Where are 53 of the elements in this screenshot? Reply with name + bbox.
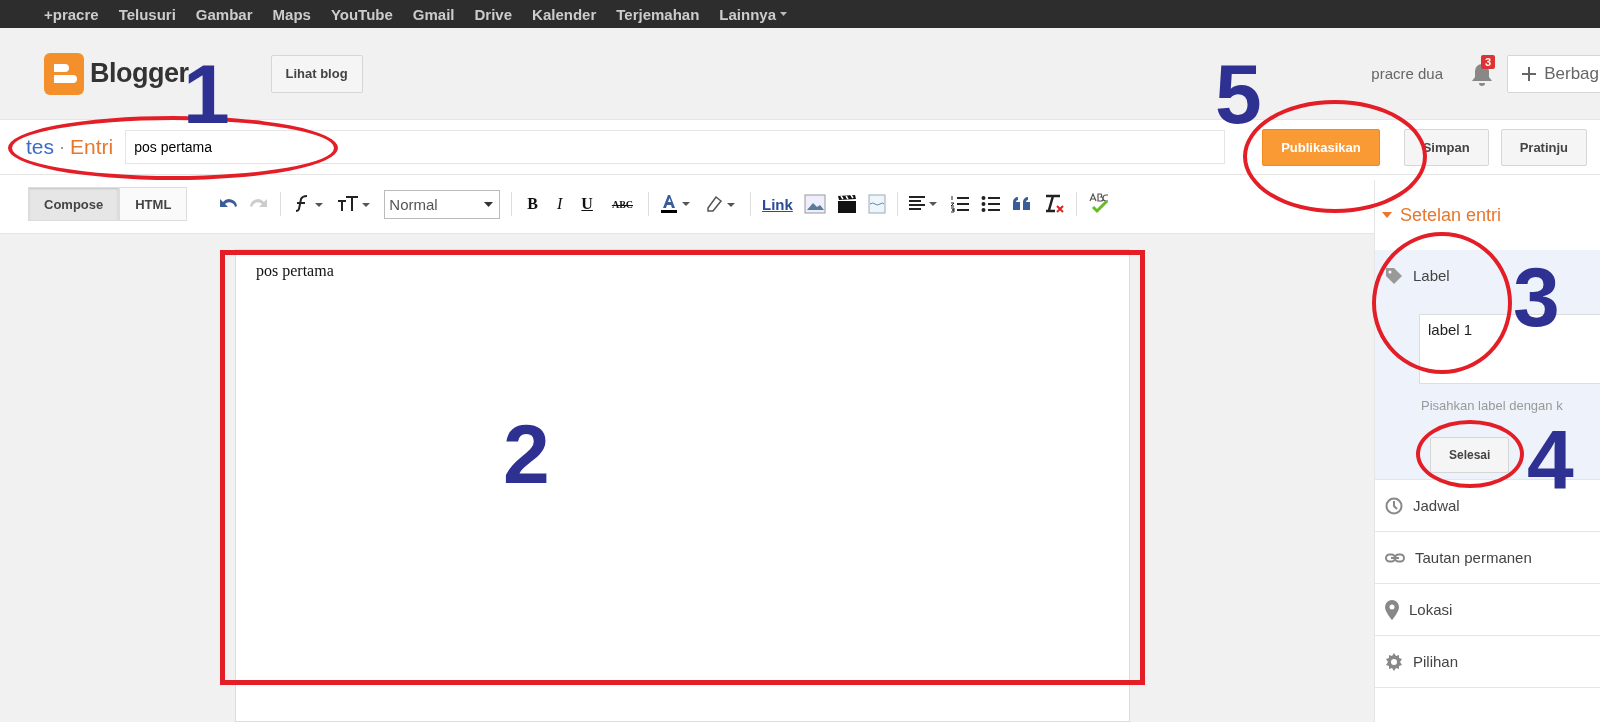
format-button[interactable]: U bbox=[577, 195, 597, 213]
format-button[interactable]: I bbox=[553, 195, 567, 213]
top-nav-link[interactable]: Kalender bbox=[522, 5, 607, 23]
post-setting-item[interactable]: Lokasi bbox=[1409, 601, 1453, 618]
format-button[interactable]: ABC bbox=[607, 198, 638, 210]
caret-icon bbox=[484, 201, 494, 207]
quote-icon[interactable] bbox=[1011, 196, 1032, 212]
image-icon[interactable] bbox=[803, 194, 826, 214]
top-nav-link[interactable]: Gmail bbox=[402, 5, 465, 23]
plus-icon bbox=[1522, 66, 1537, 81]
post-body-text: pos pertama bbox=[256, 262, 334, 279]
done-button[interactable]: Selesai bbox=[1430, 437, 1510, 473]
top-nav-link[interactable]: YouTube bbox=[320, 5, 403, 23]
top-nav-link[interactable]: +pracre bbox=[34, 5, 109, 23]
view-blog-button[interactable]: Lihat blog bbox=[270, 54, 363, 93]
gear-icon bbox=[1385, 652, 1403, 671]
blogger-logo-icon bbox=[44, 52, 84, 95]
post-setting-item[interactable]: Pilihan bbox=[1413, 653, 1459, 670]
section-title: Entri bbox=[70, 135, 114, 159]
format-button[interactable]: B bbox=[523, 195, 542, 213]
top-nav-link[interactable]: Lainnya bbox=[709, 5, 798, 23]
annotation-number: 4 bbox=[1527, 418, 1574, 502]
numbered-list-icon[interactable] bbox=[949, 195, 970, 213]
top-nav-link[interactable]: Drive bbox=[464, 5, 523, 23]
annotation-number: 2 bbox=[503, 412, 550, 496]
align-icon[interactable] bbox=[908, 196, 939, 212]
paragraph-style-dropdown[interactable]: Normal bbox=[384, 189, 501, 219]
breadcrumb-separator: · bbox=[59, 136, 65, 158]
clock-icon bbox=[1385, 496, 1403, 515]
top-nav-link[interactable]: Maps bbox=[262, 5, 321, 23]
notification-badge: 3 bbox=[1481, 54, 1496, 69]
post-title-field[interactable]: pos pertama bbox=[125, 130, 1226, 164]
editor-mode-tab[interactable]: HTML bbox=[119, 187, 188, 221]
spellcheck-icon[interactable] bbox=[1087, 193, 1110, 215]
post-setting-item[interactable]: Jadwal bbox=[1413, 497, 1460, 514]
top-nav-link[interactable]: Gambar bbox=[185, 5, 263, 23]
post-setting-item[interactable]: Tautan permanen bbox=[1415, 549, 1532, 566]
share-button[interactable]: Berbag bbox=[1507, 54, 1600, 93]
tag-icon bbox=[1385, 266, 1403, 285]
labels-hint: Pisahkan label dengan k bbox=[1421, 398, 1564, 413]
caret-icon[interactable] bbox=[1382, 212, 1392, 218]
blog-name-link[interactable]: tes bbox=[26, 135, 54, 159]
post-setting-item[interactable]: Label bbox=[1413, 267, 1450, 284]
film-clapper-icon[interactable] bbox=[836, 194, 857, 214]
editor-mode-tab[interactable]: Compose bbox=[28, 187, 120, 221]
top-nav-link[interactable]: Telusuri bbox=[108, 5, 186, 23]
chain-link-icon bbox=[1385, 552, 1405, 563]
map-pin-icon bbox=[1385, 599, 1399, 620]
user-name[interactable]: pracre dua bbox=[1371, 65, 1444, 82]
insert-link-button[interactable]: Link bbox=[762, 195, 793, 213]
top-nav-link[interactable]: Terjemahan bbox=[606, 5, 710, 23]
bulleted-list-icon[interactable] bbox=[980, 195, 1001, 213]
post-action-button[interactable]: Pratinju bbox=[1500, 128, 1588, 166]
